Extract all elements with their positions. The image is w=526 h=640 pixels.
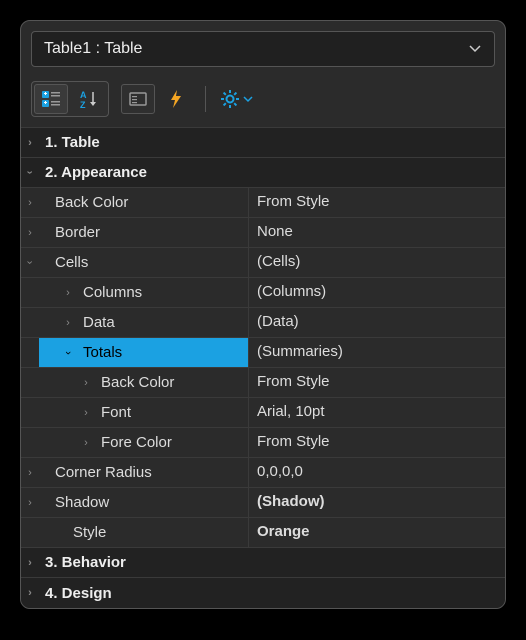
prop-value[interactable]: (Shadow) [249,488,505,517]
chevron-down-icon [243,94,253,104]
categorized-icon [41,90,61,108]
object-selector-text: Table1 : Table [44,40,142,58]
prop-label: Totals [77,339,128,366]
prop-row-border[interactable]: › Border None [21,218,505,248]
prop-label: Back Color [95,369,180,396]
collapse-icon[interactable]: › [20,164,45,182]
prop-row-cells[interactable]: › Cells (Cells) [21,248,505,278]
section-label: 1. Table [39,129,106,156]
prop-label: Style [67,519,112,546]
prop-row-style[interactable]: Style Orange [21,518,505,548]
expand-icon[interactable]: › [21,548,39,577]
prop-value[interactable]: 0,0,0,0 [249,458,505,487]
section-appearance[interactable]: › 2. Appearance [21,158,505,188]
events-button[interactable] [159,84,193,114]
prop-label: Columns [77,279,148,306]
prop-row-totals-backcolor[interactable]: ›Back Color From Style [21,368,505,398]
expand-icon[interactable]: › [59,287,77,299]
toolbar: A Z [21,75,505,128]
prop-value[interactable]: From Style [249,368,505,397]
prop-row-shadow[interactable]: › Shadow (Shadow) [21,488,505,518]
prop-row-data[interactable]: ›Data (Data) [21,308,505,338]
prop-value[interactable]: From Style [249,188,505,217]
prop-label: Corner Radius [49,459,158,486]
prop-row-totals-font[interactable]: ›Font Arial, 10pt [21,398,505,428]
section-label: 2. Appearance [39,159,153,186]
prop-row-cornerradius[interactable]: › Corner Radius 0,0,0,0 [21,458,505,488]
prop-row-backcolor[interactable]: › Back Color From Style [21,188,505,218]
prop-value[interactable]: (Cells) [249,248,505,277]
prop-row-totals[interactable]: ›Totals (Summaries) [21,338,505,368]
expand-icon[interactable]: › [21,218,39,247]
collapse-icon[interactable]: › [20,254,45,272]
object-selector[interactable]: Table1 : Table [31,31,495,67]
alphabetical-button[interactable]: A Z [72,84,106,114]
prop-label: Data [77,309,121,336]
expand-icon[interactable]: › [77,407,95,419]
toolbar-divider [205,86,206,112]
prop-value[interactable]: From Style [249,428,505,457]
property-pages-button[interactable] [121,84,155,114]
expand-icon[interactable]: › [59,317,77,329]
prop-label: Font [95,399,137,426]
prop-value[interactable]: Arial, 10pt [249,398,505,427]
chevron-down-icon [468,42,482,56]
prop-label: Fore Color [95,429,178,456]
lightning-icon [168,89,184,109]
categorized-button[interactable] [34,84,68,114]
prop-value[interactable]: (Columns) [249,278,505,307]
view-mode-group: A Z [31,81,109,117]
prop-label: Shadow [49,489,115,516]
collapse-icon[interactable]: › [62,344,74,362]
expand-icon[interactable]: › [21,578,39,608]
expand-icon[interactable]: › [21,458,39,487]
prop-value[interactable]: Orange [249,518,505,547]
expand-icon[interactable]: › [77,377,95,389]
page-icon [128,91,148,107]
prop-value[interactable]: (Data) [249,308,505,337]
properties-panel: Table1 : Table [20,20,506,609]
prop-label: Border [49,219,106,246]
settings-button[interactable] [216,84,257,114]
section-label: 4. Design [39,580,118,607]
section-behavior[interactable]: › 3. Behavior [21,548,505,578]
prop-row-columns[interactable]: ›Columns (Columns) [21,278,505,308]
gear-icon [220,89,240,109]
action-group [119,82,195,116]
svg-text:A: A [80,90,87,100]
expand-icon[interactable]: › [21,488,39,517]
sort-az-icon: A Z [78,89,100,109]
prop-label: Cells [49,249,94,276]
prop-value[interactable]: None [249,218,505,247]
section-table[interactable]: › 1. Table [21,128,505,158]
section-design[interactable]: › 4. Design [21,578,505,608]
expand-icon[interactable]: › [21,188,39,217]
section-label: 3. Behavior [39,549,132,576]
expand-icon[interactable]: › [21,128,39,157]
prop-value[interactable]: (Summaries) [249,338,505,367]
prop-row-totals-forecolor[interactable]: ›Fore Color From Style [21,428,505,458]
prop-label: Back Color [49,189,134,216]
expand-icon[interactable]: › [77,437,95,449]
svg-text:Z: Z [80,100,86,109]
property-grid: › 1. Table › 2. Appearance › Back Color … [21,128,505,608]
